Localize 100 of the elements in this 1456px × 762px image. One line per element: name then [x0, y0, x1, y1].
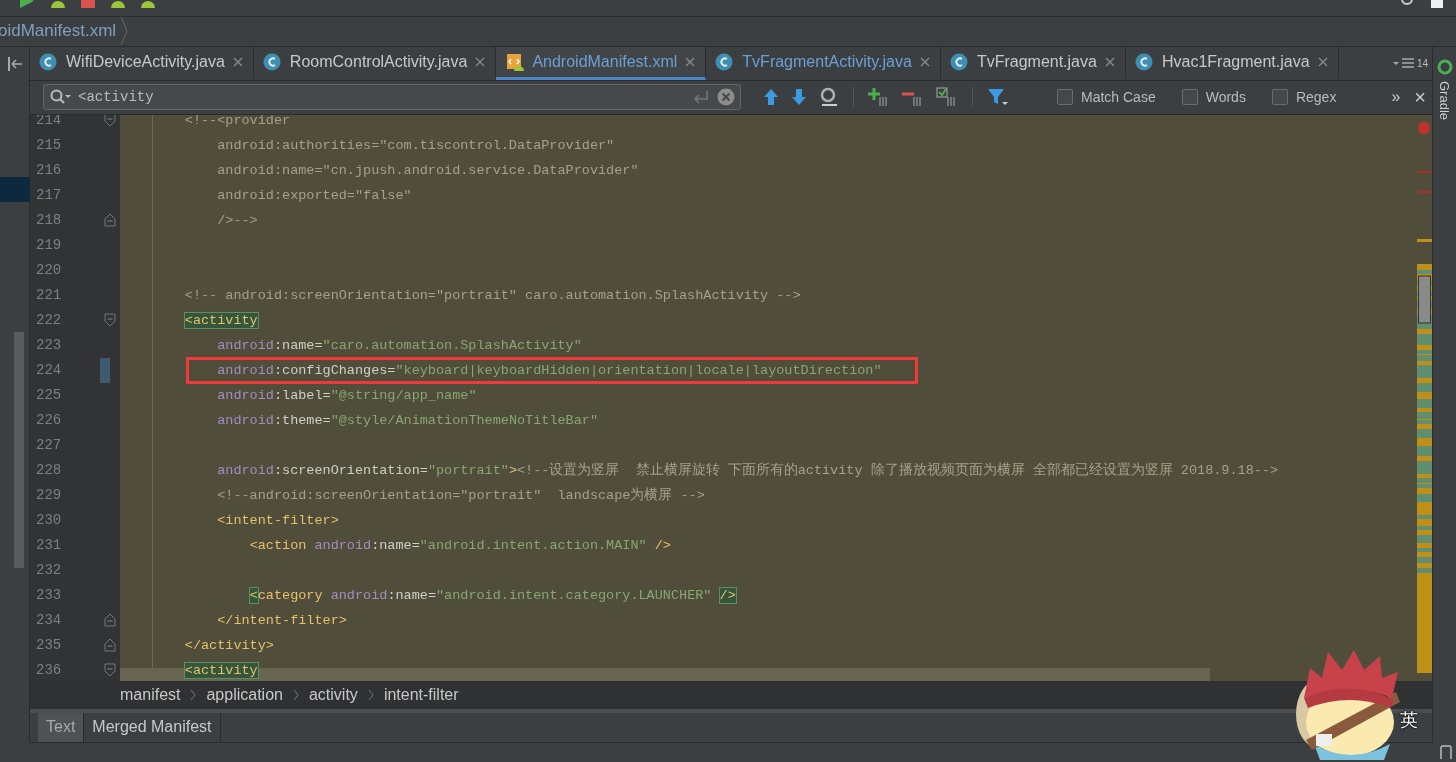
attribute-namespace: android: [217, 362, 274, 378]
fold-icon[interactable]: [104, 114, 116, 128]
close-icon[interactable]: [1316, 55, 1329, 68]
close-icon[interactable]: [918, 55, 931, 68]
checkbox[interactable]: [1057, 89, 1073, 106]
arrow-down-icon[interactable]: [791, 88, 807, 107]
filter-icon[interactable]: [987, 87, 1009, 108]
fold-icon[interactable]: [104, 313, 116, 328]
xml-tag: category: [257, 587, 331, 603]
checkbox-option[interactable]: Regex: [1271, 89, 1337, 106]
breadcrumb-item[interactable]: application: [206, 685, 283, 704]
line-number: 225: [35, 387, 63, 404]
chevron-icon: [367, 688, 374, 701]
select-all-icon[interactable]: [936, 87, 958, 108]
close-button[interactable]: ×: [1414, 85, 1426, 109]
xml-tag: </intent-filter>: [217, 612, 347, 628]
line-number: 216: [35, 162, 63, 179]
editor-tab[interactable]: AndroidManifest.xml: [496, 46, 707, 80]
fold-icon[interactable]: [104, 213, 116, 228]
code-comment: android:exported="false": [217, 187, 412, 203]
matched-tag: <activity: [184, 662, 258, 678]
attribute-name: :theme=: [273, 412, 331, 428]
search-icon[interactable]: [50, 89, 72, 106]
add-selection-icon[interactable]: [868, 87, 890, 108]
attribute-value: "@style/AnimationThemeNoTitleBar": [330, 412, 598, 428]
breadcrumb-item[interactable]: manifest: [120, 685, 181, 704]
clear-icon[interactable]: [717, 88, 735, 107]
gradle-icon[interactable]: [1436, 58, 1453, 75]
close-icon[interactable]: [474, 55, 487, 68]
code-comment: android:authorities="com.tiscontrol.DataProvider": [217, 137, 615, 153]
line-number: 214: [35, 114, 63, 129]
line-number: 217: [35, 187, 63, 204]
code-comment: />-->: [217, 212, 258, 228]
line-number: 219: [35, 237, 63, 254]
chevron-icon: [190, 688, 197, 701]
checkbox-option[interactable]: Words: [1181, 89, 1246, 106]
line-number: 233: [35, 587, 63, 604]
line-number: 218: [35, 212, 63, 229]
tab-label: WifiDeviceActivity.java: [66, 52, 225, 71]
checkbox-option[interactable]: Match Case: [1057, 89, 1156, 106]
close-icon[interactable]: [684, 55, 697, 68]
selection-bar: [0, 176, 30, 202]
attribute-name: :name=: [273, 337, 323, 353]
tab-label: TvFragment.java: [976, 52, 1097, 71]
attribute-value: "android.intent.category.LAUNCHER": [436, 587, 713, 603]
code-comment: <!-- android:screenOrientation="portrait" caro.automation.SplashActivity -->: [184, 287, 801, 303]
class-icon: [39, 52, 59, 71]
option-label: Match Case: [1081, 89, 1156, 106]
breadcrumb-item[interactable]: intent-filter: [383, 685, 459, 704]
input-method-indicator[interactable]: 英: [1400, 708, 1418, 732]
search-field[interactable]: <activity: [43, 84, 741, 111]
line-number: 220: [35, 262, 63, 279]
tab-list-icon[interactable]: [1392, 57, 1415, 70]
scrollbar[interactable]: [120, 667, 1210, 681]
attribute-name: :label=: [273, 387, 331, 403]
close-icon[interactable]: [1103, 55, 1116, 68]
attribute-value: "caro.automation.SplashActivity": [322, 337, 582, 353]
chevron-icon: [292, 688, 299, 701]
fold-icon[interactable]: [104, 638, 116, 653]
line-number: 232: [35, 562, 63, 579]
tab-label: Hvac1Fragment.java: [1161, 52, 1310, 71]
more-button[interactable]: »: [1391, 88, 1401, 107]
enter-icon: [693, 90, 709, 105]
checkbox[interactable]: [1181, 89, 1198, 106]
line-number: 235: [35, 637, 63, 654]
line-number: 230: [35, 512, 63, 529]
attribute-namespace: android: [217, 412, 274, 428]
class-icon: [949, 52, 970, 71]
attribute-value: "android.intent.action.MAIN": [419, 537, 647, 553]
fold-icon[interactable]: [104, 663, 116, 678]
xml-tag: </activity>: [184, 637, 274, 653]
find-all-icon[interactable]: [819, 87, 839, 108]
matched-tag: <activity: [184, 312, 258, 328]
line-number: 223: [35, 337, 63, 354]
option-label: Regex: [1295, 89, 1337, 106]
class-icon: [1134, 52, 1155, 71]
breadcrumb-item[interactable]: activity: [308, 685, 358, 704]
xml-tag: <intent-filter>: [217, 512, 339, 528]
matched-tag: />: [719, 587, 736, 603]
xml-tag: />: [654, 537, 671, 553]
close-icon[interactable]: [231, 55, 244, 68]
tool-window-label[interactable]: Gradle: [1437, 80, 1452, 120]
line-number: 234: [35, 612, 63, 629]
line-number: 231: [35, 537, 63, 554]
line-number: 236: [35, 662, 63, 679]
editor-mode-tab[interactable]: Merged Manifest: [84, 712, 221, 742]
attribute-name: :name=: [387, 587, 436, 603]
line-number: 221: [35, 287, 63, 304]
arrow-up-icon[interactable]: [763, 88, 779, 107]
tab-label: RoomControlActivity.java: [289, 52, 468, 71]
line-number: 227: [35, 437, 63, 454]
attribute-namespace: android: [217, 387, 274, 403]
code-comment: <!--android:screenOrientation="portrait" landscape为横屏 -->: [217, 486, 705, 505]
xml-tag: >: [508, 462, 517, 478]
checkbox[interactable]: [1271, 89, 1288, 106]
matched-tag: <: [249, 587, 258, 603]
fold-icon[interactable]: [104, 613, 116, 628]
xml-file-icon: [505, 52, 526, 71]
attribute-namespace: android: [217, 462, 274, 478]
editor-mode-tab[interactable]: Text: [38, 712, 85, 742]
